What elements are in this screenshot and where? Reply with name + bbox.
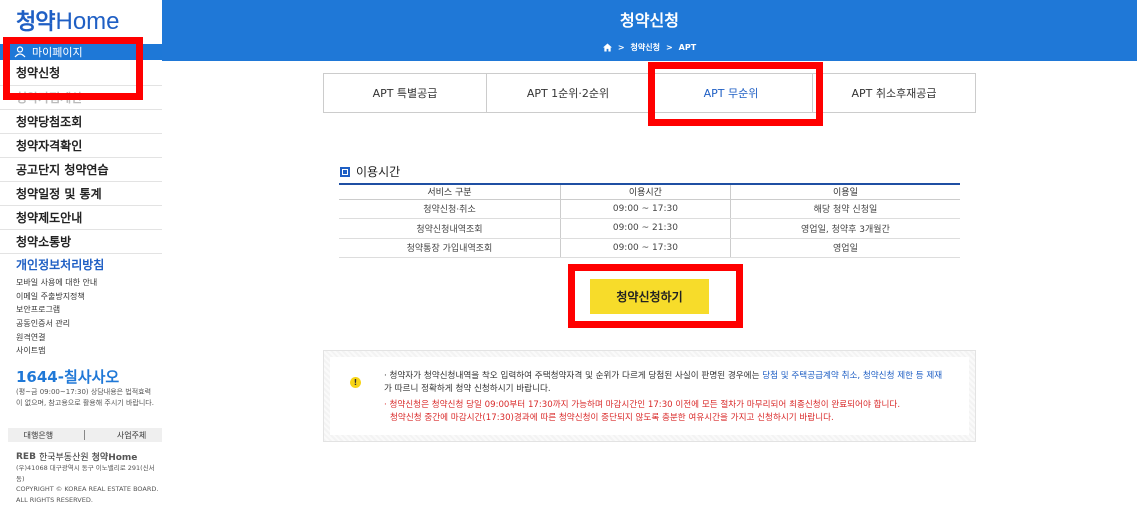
- table-cell: 영업일, 청약후 3개월간: [730, 218, 960, 239]
- sublink-remote[interactable]: 원격연결: [16, 331, 97, 345]
- notice-text: · 청약자가 청약신청내역을 착오 입력하여 주택청약자격 및 순위가 다르게 …: [384, 370, 944, 425]
- footer-site: 청약Home: [91, 453, 138, 463]
- notice-box: ! · 청약자가 청약신청내역을 착오 입력하여 주택청약자격 및 순위가 다르…: [323, 350, 976, 442]
- column-header: 이용일: [730, 183, 960, 200]
- logo-text-en: Home: [55, 8, 120, 35]
- phone-note: (평~금 09:00~17:30) 상담내용은 법적효력이 없으며, 참고용으로…: [16, 388, 154, 407]
- notice-text-part: 청약신청 중간에 마감시간(17:30)경과에 따른 청약신청이 중단되지 않도…: [390, 413, 834, 423]
- operator-link[interactable]: 사업주체: [117, 430, 146, 441]
- sidebar-item-schedule[interactable]: 청약일정 및 통계: [0, 182, 162, 206]
- exclamation-icon: !: [350, 377, 361, 388]
- sublink-sitemap[interactable]: 사이트맵: [16, 344, 97, 358]
- table-header-row: 서비스 구분 이용시간 이용일: [339, 183, 960, 200]
- sidebar-item-win-check[interactable]: 청약당첨조회: [0, 110, 162, 134]
- table-cell: 영업일: [730, 238, 960, 258]
- page: 청약 Home 마이페이지 청약신청 청약가점계산 청약당첨조회 청약자격확인 …: [0, 0, 1137, 524]
- tab-special-supply[interactable]: APT 특별공급: [324, 74, 487, 112]
- sidebar-item-guide[interactable]: 청약제도안내: [0, 206, 162, 230]
- table-cell: 청약통장 가입내역조회: [339, 238, 561, 258]
- table-cell: 09:00 ~ 17:30: [560, 238, 731, 258]
- table-row: 청약통장 가입내역조회 09:00 ~ 17:30 영업일: [339, 238, 960, 258]
- notice-paragraph-1: · 청약자가 청약신청내역을 착오 입력하여 주택청약자격 및 순위가 다르게 …: [384, 370, 944, 396]
- usage-time-title: 이용시간: [356, 165, 401, 179]
- sublink-email[interactable]: 이메일 주출방지정책: [16, 290, 97, 304]
- bank-link[interactable]: 대행은행: [24, 430, 53, 441]
- sidebar-item-eligibility[interactable]: 청약자격확인: [0, 134, 162, 158]
- sanction-link[interactable]: 당첨 및 주택공급계약 취소, 청약신청 제한 등 제재: [762, 371, 942, 381]
- sublink-mobile[interactable]: 모바일 사용에 대한 안내: [16, 276, 97, 290]
- table-cell: 09:00 ~ 17:30: [560, 199, 731, 219]
- tab-rank-1-2[interactable]: APT 1순위·2순위: [487, 74, 650, 112]
- square-bullet-icon: [340, 166, 350, 177]
- bank-bar: 대행은행 사업주체: [8, 428, 162, 442]
- home-icon[interactable]: [602, 43, 612, 52]
- sidebar-item-community[interactable]: 청약소통방: [0, 230, 162, 254]
- footer-rights: ALL RIGHTS RESERVED.: [16, 495, 93, 504]
- sidebar-sublinks: 모바일 사용에 대한 안내 이메일 주출방지정책 보안프로그램 공동인증서 관리…: [16, 276, 97, 358]
- highlight-box-apply-menu: [3, 37, 143, 100]
- notice-text-part: · 청약신청은 청약신청 당일 09:00부터 17:30까지 가능하며 마감시…: [384, 400, 901, 410]
- table-cell: 09:00 ~ 21:30: [560, 218, 731, 239]
- phone-number: 1644-칠사사오: [16, 368, 120, 386]
- breadcrumb: > 청약신청 > APT: [162, 42, 1137, 53]
- chevron-right-icon: >: [665, 43, 673, 52]
- highlight-box-unranked-tab: [648, 62, 823, 126]
- sublink-cert[interactable]: 공동인증서 관리: [16, 317, 97, 331]
- notice-text-part: · 청약자가 청약신청내역을 착오 입력하여 주택청약자격 및 순위가 다르게 …: [384, 371, 763, 381]
- table-row: 청약신청·취소 09:00 ~ 17:30 해당 청약 신청일: [339, 199, 960, 219]
- highlight-box-apply-button: [568, 264, 743, 328]
- notice-text-part: 가 따르니 정확하게 청약 신청하시기 바랍니다.: [384, 384, 551, 394]
- footer-logo: REB 한국부동산원 청약Home: [16, 450, 138, 464]
- page-header: 청약신청 > 청약신청 > APT: [162, 0, 1137, 61]
- notice-paragraph-2: · 청약신청은 청약신청 당일 09:00부터 17:30까지 가능하며 마감시…: [384, 399, 944, 425]
- table-cell: 청약신청내역조회: [339, 218, 561, 239]
- footer-address: (우)41068 대구광역시 동구 이노밸리로 291(신서동): [16, 464, 155, 483]
- notice-inner: ! · 청약자가 청약신청내역을 착오 입력하여 주택청약자격 및 순위가 다르…: [330, 357, 969, 435]
- breadcrumb-item[interactable]: APT: [679, 43, 697, 52]
- site-logo[interactable]: 청약 Home: [16, 8, 120, 36]
- reb-logo: REB: [16, 451, 36, 462]
- usage-time-heading: 이용시간: [340, 163, 400, 180]
- privacy-policy-link[interactable]: 개인정보처리방침: [16, 256, 104, 273]
- usage-time-table: 서비스 구분 이용시간 이용일 청약신청·취소 09:00 ~ 17:30 해당…: [339, 183, 960, 258]
- column-header: 서비스 구분: [339, 183, 561, 200]
- sublink-security[interactable]: 보안프로그램: [16, 303, 97, 317]
- footer-copyright: COPYRIGHT © KOREA REAL ESTATE BOARD.: [16, 485, 159, 493]
- table-row: 청약신청내역조회 09:00 ~ 21:30 영업일, 청약후 3개월간: [339, 218, 960, 239]
- divider: [84, 430, 86, 440]
- breadcrumb-item[interactable]: 청약신청: [631, 42, 660, 53]
- column-header: 이용시간: [560, 183, 731, 200]
- tab-resupply[interactable]: APT 취소후재공급: [813, 74, 975, 112]
- page-title: 청약신청: [620, 11, 679, 30]
- sidebar-item-practice[interactable]: 공고단지 청약연습: [0, 158, 162, 182]
- logo-text-ko: 청약: [16, 10, 55, 35]
- footer-text: (우)41068 대구광역시 동구 이노밸리로 291(신서동) COPYRIG…: [16, 463, 162, 505]
- table-cell: 해당 청약 신청일: [730, 199, 960, 219]
- chevron-right-icon: >: [617, 43, 625, 52]
- table-cell: 청약신청·취소: [339, 199, 561, 219]
- footer-org: 한국부동산원: [38, 453, 89, 463]
